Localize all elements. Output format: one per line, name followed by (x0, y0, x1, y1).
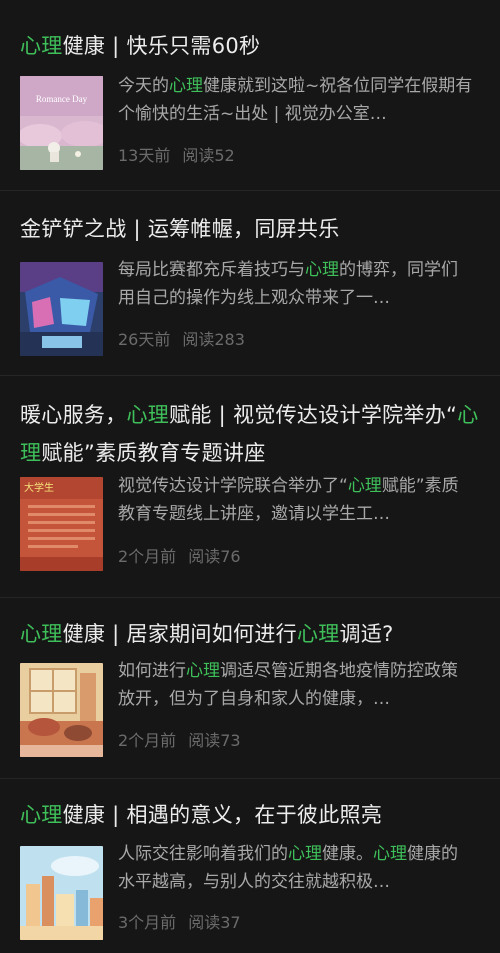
thumbnail-image (20, 846, 103, 940)
text-segment: 调适? (339, 622, 394, 646)
article-title[interactable]: 心理健康 | 居家期间如何进行心理调适? (20, 616, 480, 652)
highlighted-keyword: 心理 (296, 622, 340, 646)
read-count: 阅读37 (188, 913, 241, 932)
read-count: 阅读283 (182, 330, 245, 349)
thumbnail-image (20, 663, 103, 757)
text-segment: 视觉传达设计学院联合举办了“ (118, 476, 348, 496)
article-thumbnail[interactable] (20, 846, 103, 940)
article-card[interactable]: 心理健康 | 相遇的意义，在于彼此照亮 人际交往影响着我们的心理健康。心理健康的… (0, 778, 500, 953)
highlighted-keyword: 心理 (305, 260, 339, 280)
highlighted-keyword: 心理 (169, 76, 203, 96)
text-segment: 健康 | 快乐只需60秒 (62, 34, 261, 58)
article-feed: 心理健康 | 快乐只需60秒 Romance Day 今天的心理健康就到这啦~祝… (0, 0, 500, 953)
read-count: 阅读52 (182, 146, 235, 165)
article-summary: 视觉传达设计学院联合举办了“心理赋能”素质教育专题线上讲座，邀请以学生工… (118, 472, 474, 528)
article-card[interactable]: 心理健康 | 居家期间如何进行心理调适? 如何进行心理调适尽管近期各地疫情防控政… (0, 597, 500, 778)
article-summary: 如何进行心理调适尽管近期各地疫情防控政策放开，但为了自身和家人的健康，… (118, 657, 474, 713)
article-title[interactable]: 心理健康 | 相遇的意义，在于彼此照亮 (20, 797, 480, 833)
publish-time: 3个月前 (118, 913, 177, 932)
thumbnail-image (20, 262, 103, 356)
article-title[interactable]: 暖心服务，心理赋能 | 视觉传达设计学院举办“心理赋能”素质教育专题讲座 (20, 396, 480, 472)
read-count: 阅读73 (188, 731, 241, 750)
article-card[interactable]: 心理健康 | 快乐只需60秒 Romance Day 今天的心理健康就到这啦~祝… (0, 0, 500, 190)
article-title[interactable]: 心理健康 | 快乐只需60秒 (20, 28, 480, 64)
text-segment: 今天的 (118, 76, 169, 96)
text-segment: 赋能 | 视觉传达设计学院举办“ (169, 403, 458, 427)
thumbnail-image: Romance Day (20, 76, 103, 170)
article-meta: 2个月前 阅读73 (118, 731, 241, 751)
highlighted-keyword: 心理 (126, 403, 170, 427)
thumbnail-caption: Romance Day (36, 94, 88, 104)
publish-time: 2个月前 (118, 731, 177, 750)
text-segment: 每局比赛都充斥着技巧与 (118, 260, 305, 280)
text-segment: 赋能”素质教育专题讲座 (41, 441, 266, 465)
text-segment: 金铲铲之战 | 运筹帷幄，同屏共乐 (20, 217, 340, 241)
publish-time: 2个月前 (118, 547, 177, 566)
highlighted-keyword: 心理 (186, 661, 220, 681)
article-card[interactable]: 暖心服务，心理赋能 | 视觉传达设计学院举办“心理赋能”素质教育专题讲座 大学生… (0, 375, 500, 597)
article-meta: 26天前 阅读283 (118, 330, 245, 350)
article-meta: 13天前 阅读52 (118, 146, 235, 166)
highlighted-keyword: 心理 (288, 844, 322, 864)
article-card[interactable]: 金铲铲之战 | 运筹帷幄，同屏共乐 每局比赛都充斥着技巧与心理的博弈，同学们用自… (0, 190, 500, 375)
highlighted-keyword: 心理 (20, 34, 63, 58)
article-meta: 2个月前 阅读76 (118, 547, 241, 567)
article-title[interactable]: 金铲铲之战 | 运筹帷幄，同屏共乐 (20, 211, 480, 247)
thumbnail-caption: 大学生 (24, 481, 54, 494)
highlighted-keyword: 心理 (20, 803, 63, 827)
text-segment: 人际交往影响着我们的 (118, 844, 288, 864)
highlighted-keyword: 心理 (20, 622, 63, 646)
publish-time: 13天前 (118, 146, 171, 165)
highlighted-keyword: 心理 (347, 476, 382, 496)
text-segment: 健康 | 相遇的意义，在于彼此照亮 (62, 803, 383, 827)
read-count: 阅读76 (188, 547, 241, 566)
article-meta: 3个月前 阅读37 (118, 913, 241, 933)
text-segment: 暖心服务， (20, 403, 127, 427)
publish-time: 26天前 (118, 330, 171, 349)
article-thumbnail[interactable]: 大学生 (20, 477, 103, 571)
text-segment: 健康。 (322, 844, 373, 864)
text-segment: 如何进行 (118, 661, 186, 681)
article-summary: 人际交往影响着我们的心理健康。心理健康的水平越高，与别人的交往就越积极… (118, 840, 474, 896)
text-segment: 健康 | 居家期间如何进行 (62, 622, 297, 646)
thumbnail-image: 大学生 (20, 477, 103, 571)
article-summary: 今天的心理健康就到这啦~祝各位同学在假期有个愉快的生活~出处 | 视觉办公室… (118, 72, 474, 128)
article-thumbnail[interactable]: Romance Day (20, 76, 103, 170)
article-summary: 每局比赛都充斥着技巧与心理的博弈，同学们用自己的操作为线上观众带来了一… (118, 256, 474, 312)
article-thumbnail[interactable] (20, 663, 103, 757)
article-thumbnail[interactable] (20, 262, 103, 356)
highlighted-keyword: 心理 (373, 844, 407, 864)
